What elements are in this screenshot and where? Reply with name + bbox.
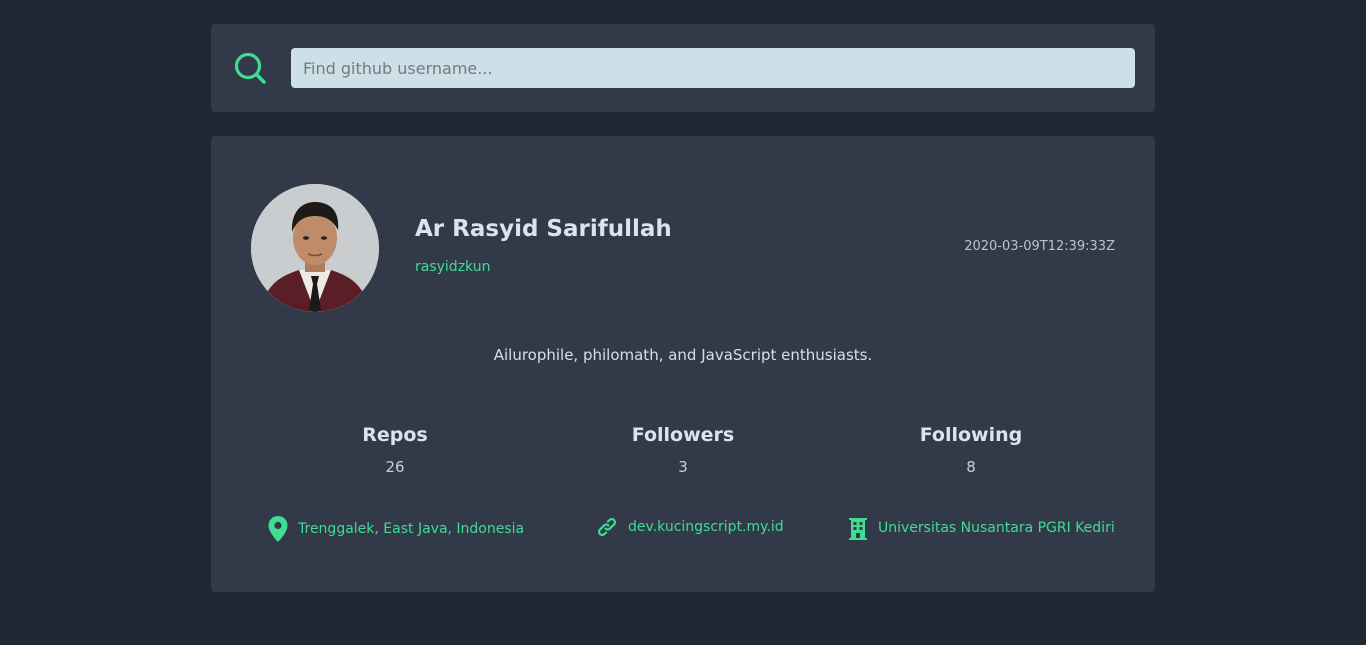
stat-followers: Followers 3: [583, 424, 783, 476]
stat-following: Following 8: [871, 424, 1071, 476]
stat-value: 8: [966, 458, 976, 476]
stat-label: Repos: [362, 424, 428, 446]
profile-login[interactable]: rasyidzkun: [415, 259, 490, 275]
stat-label: Following: [919, 424, 1023, 446]
search-icon[interactable]: [233, 51, 267, 85]
avatar: [251, 184, 379, 312]
info-location: Trenggalek, East Java, Indonesia: [268, 516, 524, 542]
join-date: 2020-03-09T12:39:33Z: [964, 239, 1115, 254]
location-pin-icon: [268, 516, 288, 542]
stat-repos: Repos 26: [295, 424, 495, 476]
company-text: Universitas Nusantara PGRI Kediri: [878, 520, 1115, 536]
search-input[interactable]: [291, 48, 1135, 88]
info-company: Universitas Nusantara PGRI Kediri: [848, 516, 1115, 540]
location-text: Trenggalek, East Java, Indonesia: [298, 521, 525, 537]
stat-value: 26: [385, 458, 405, 476]
profile-card: Ar Rasyid Sarifullah rasyidzkun 2020-03-…: [211, 136, 1155, 592]
website-link[interactable]: dev.kucingscript.my.id: [628, 519, 784, 535]
link-icon: [597, 517, 617, 537]
building-icon: [849, 518, 867, 540]
info-website[interactable]: dev.kucingscript.my.id: [596, 516, 784, 538]
stat-value: 3: [678, 458, 688, 476]
profile-bio: Ailurophile, philomath, and JavaScript e…: [493, 346, 873, 364]
stat-label: Followers: [631, 424, 735, 446]
profile-name: Ar Rasyid Sarifullah: [415, 216, 672, 242]
search-bar: [211, 24, 1155, 112]
